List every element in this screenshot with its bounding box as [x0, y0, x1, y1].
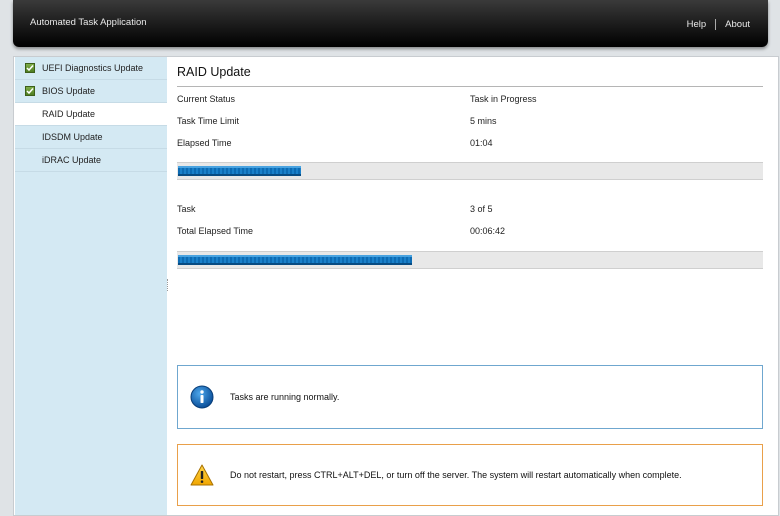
overall-progress-fill [178, 255, 413, 265]
info-message-text: Tasks are running normally. [230, 392, 340, 402]
task-progress-bar [177, 162, 763, 180]
title-divider [177, 86, 763, 87]
sidebar: UEFI Diagnostics Update BIOS Update RAID… [15, 57, 167, 515]
elapsed-value: 01:04 [470, 138, 493, 148]
sidebar-item-idrac[interactable]: iDRAC Update [15, 149, 167, 172]
info-message: Tasks are running normally. [177, 365, 763, 429]
checkmark-icon [25, 86, 35, 96]
warning-message-text: Do not restart, press CTRL+ALT+DEL, or t… [230, 470, 682, 480]
header-links: Help About [687, 19, 750, 30]
info-icon [190, 385, 214, 409]
main-frame: UEFI Diagnostics Update BIOS Update RAID… [13, 56, 779, 516]
sidebar-item-uefi-diagnostics[interactable]: UEFI Diagnostics Update [15, 57, 167, 80]
content-panel: RAID Update Current Status Task in Progr… [177, 57, 763, 515]
sidebar-item-label: BIOS Update [42, 86, 96, 96]
warning-message: Do not restart, press CTRL+ALT+DEL, or t… [177, 444, 763, 506]
task-label: Task [177, 204, 196, 214]
sidebar-item-label: UEFI Diagnostics Update [42, 63, 144, 73]
help-link[interactable]: Help [687, 19, 707, 30]
sidebar-item-label: IDSDM Update [42, 132, 103, 142]
total-elapsed-label: Total Elapsed Time [177, 226, 254, 236]
task-count-row: Task 3 of 5 [177, 204, 763, 218]
total-elapsed-row: Total Elapsed Time 00:06:42 [177, 226, 763, 240]
splitter-handle[interactable] [167, 279, 170, 291]
elapsed-label: Elapsed Time [177, 138, 232, 148]
sidebar-item-label: RAID Update [42, 109, 96, 119]
checkmark-icon [25, 63, 35, 73]
current-status-value: Task in Progress [470, 94, 537, 104]
page-title: RAID Update [177, 65, 251, 79]
time-limit-row: Task Time Limit 5 mins [177, 116, 763, 130]
task-progress-fill [178, 166, 302, 176]
time-limit-label: Task Time Limit [177, 116, 240, 126]
about-link[interactable]: About [725, 19, 750, 30]
app-title: Automated Task Application [30, 17, 147, 28]
task-value: 3 of 5 [470, 204, 493, 214]
current-status-row: Current Status Task in Progress [177, 94, 763, 108]
sidebar-item-label: iDRAC Update [42, 155, 102, 165]
elapsed-row: Elapsed Time 01:04 [177, 138, 763, 152]
sidebar-item-idsdm[interactable]: IDSDM Update [15, 126, 167, 149]
sidebar-item-raid[interactable]: RAID Update [15, 103, 167, 126]
sidebar-item-bios[interactable]: BIOS Update [15, 80, 167, 103]
overall-progress-bar [177, 251, 763, 269]
current-status-label: Current Status [177, 94, 236, 104]
warning-icon [190, 464, 214, 486]
time-limit-value: 5 mins [470, 116, 497, 126]
total-elapsed-value: 00:06:42 [470, 226, 506, 236]
header-divider [715, 19, 717, 30]
title-bar: Automated Task Application Help About [13, 0, 768, 47]
